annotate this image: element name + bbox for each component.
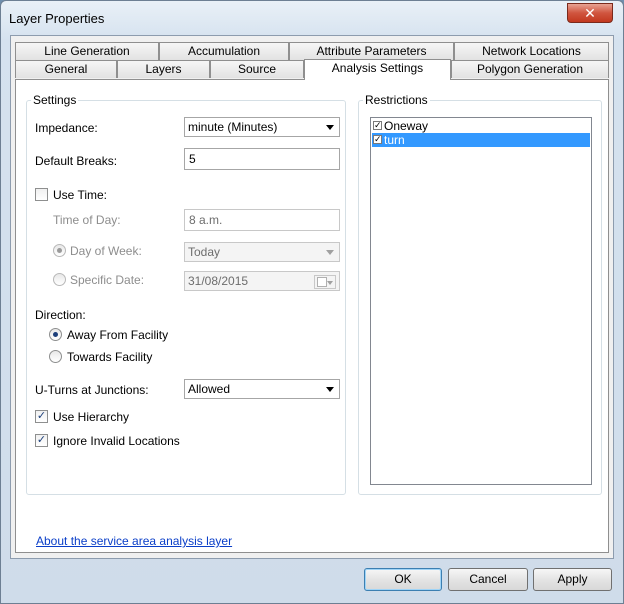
tab-label: Polygon Generation <box>476 62 584 76</box>
ok-button-label: OK <box>394 572 412 586</box>
use-time-label: Use Time: <box>53 188 108 202</box>
away-from-facility-label: Away From Facility <box>67 328 169 342</box>
default-breaks-value: 5 <box>189 152 196 166</box>
use-hierarchy-label: Use Hierarchy <box>53 410 130 424</box>
impedance-label: Impedance: <box>35 121 98 135</box>
chevron-down-icon <box>327 281 333 285</box>
ok-button[interactable]: OK <box>364 568 442 591</box>
list-item-label: Oneway <box>384 119 429 133</box>
default-breaks-input[interactable]: 5 <box>184 148 340 170</box>
time-of-day-input[interactable]: 8 a.m. <box>184 209 340 231</box>
check-icon: ✓ <box>374 134 382 144</box>
ignore-invalid-locations-label: Ignore Invalid Locations <box>53 434 180 448</box>
uturns-value: Allowed <box>188 382 231 396</box>
tab-label: General <box>44 62 88 76</box>
analysis-settings-page: Settings Impedance: minute (Minutes) Def… <box>15 79 609 553</box>
specific-date-picker[interactable]: 31/08/2015 <box>184 271 340 291</box>
cancel-button[interactable]: Cancel <box>448 568 528 591</box>
tab-general[interactable]: General <box>15 60 117 78</box>
uturns-label: U-Turns at Junctions: <box>35 383 149 397</box>
restrictions-group-label: Restrictions <box>363 93 430 107</box>
check-icon: ✓ <box>36 410 47 422</box>
list-item-oneway[interactable]: ✓ Oneway <box>372 119 590 133</box>
list-item-label: turn <box>384 133 405 147</box>
use-time-checkbox[interactable] <box>35 188 48 201</box>
list-item-checkbox[interactable]: ✓ <box>373 121 382 130</box>
radio-selected-dot <box>53 332 58 337</box>
tab-label: Accumulation <box>187 44 261 58</box>
close-icon: ✕ <box>584 5 596 21</box>
direction-label: Direction: <box>35 308 86 322</box>
specific-date-radio[interactable] <box>53 273 66 286</box>
tab-layers[interactable]: Layers <box>117 60 210 78</box>
close-button[interactable]: ✕ <box>567 3 613 23</box>
calendar-checkbox <box>317 277 327 287</box>
day-of-week-dropdown[interactable]: Today <box>184 242 340 262</box>
check-icon: ✓ <box>374 120 382 130</box>
tab-label: Network Locations <box>482 44 581 58</box>
impedance-dropdown[interactable]: minute (Minutes) <box>184 117 340 137</box>
specific-date-value: 31/08/2015 <box>188 274 249 288</box>
tab-polygon-generation[interactable]: Polygon Generation <box>451 60 609 78</box>
list-item-checkbox[interactable]: ✓ <box>373 135 382 144</box>
tab-label: Source <box>237 62 277 76</box>
use-hierarchy-checkbox[interactable]: ✓ <box>35 410 48 423</box>
tab-accumulation[interactable]: Accumulation <box>159 42 289 60</box>
chevron-down-icon <box>326 250 334 255</box>
about-analysis-layer-link[interactable]: About the service area analysis layer <box>36 534 232 548</box>
day-of-week-radio[interactable] <box>53 244 66 257</box>
tab-label: Line Generation <box>44 44 130 58</box>
time-of-day-value: 8 a.m. <box>189 213 223 227</box>
uturns-dropdown[interactable]: Allowed <box>184 379 340 399</box>
window-title: Layer Properties <box>9 11 105 26</box>
settings-group-label: Settings <box>31 93 79 107</box>
settings-group: Settings Impedance: minute (Minutes) Def… <box>26 93 346 495</box>
restrictions-group: Restrictions ✓ Oneway ✓ turn <box>358 93 602 495</box>
default-breaks-label: Default Breaks: <box>35 154 118 168</box>
title-bar[interactable]: Layer Properties ✕ <box>1 1 623 35</box>
apply-button-label: Apply <box>557 572 588 586</box>
list-item-turn[interactable]: ✓ turn <box>372 133 590 147</box>
time-of-day-label: Time of Day: <box>53 213 121 227</box>
tab-analysis-settings[interactable]: Analysis Settings <box>304 59 451 80</box>
tab-strip: Line Generation Accumulation Attribute P… <box>11 36 613 82</box>
impedance-value: minute (Minutes) <box>188 120 278 134</box>
tab-attribute-parameters[interactable]: Attribute Parameters <box>289 42 454 60</box>
tab-label: Layers <box>145 62 182 76</box>
tab-label: Attribute Parameters <box>316 44 427 58</box>
specific-date-label: Specific Date: <box>70 273 145 287</box>
tab-line-generation[interactable]: Line Generation <box>15 42 159 60</box>
tab-label: Analysis Settings <box>331 61 424 75</box>
layer-properties-window: Layer Properties ✕ Line Generation Accum… <box>0 0 624 604</box>
calendar-icon[interactable] <box>314 275 336 289</box>
cancel-button-label: Cancel <box>469 572 507 586</box>
towards-facility-radio[interactable] <box>49 350 62 363</box>
day-of-week-label: Day of Week: <box>70 244 142 258</box>
chevron-down-icon <box>326 125 334 130</box>
away-from-facility-radio[interactable] <box>49 328 62 341</box>
towards-facility-label: Towards Facility <box>67 350 153 364</box>
check-icon: ✓ <box>36 434 47 446</box>
chevron-down-icon <box>326 387 334 392</box>
tab-network-locations[interactable]: Network Locations <box>454 42 609 60</box>
radio-selected-dot <box>57 248 62 253</box>
apply-button[interactable]: Apply <box>533 568 612 591</box>
restrictions-listbox[interactable]: ✓ Oneway ✓ turn <box>370 117 592 485</box>
day-of-week-value: Today <box>188 245 221 259</box>
ignore-invalid-locations-checkbox[interactable]: ✓ <box>35 434 48 447</box>
tab-source[interactable]: Source <box>210 60 304 78</box>
dialog-client-area: Line Generation Accumulation Attribute P… <box>10 35 614 559</box>
